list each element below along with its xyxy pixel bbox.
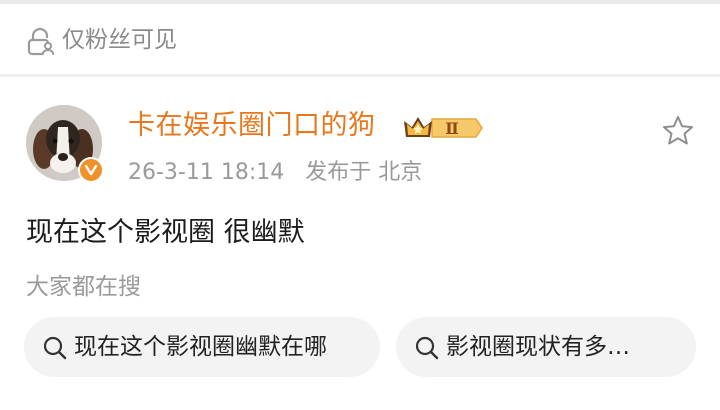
verified-v-icon xyxy=(84,164,98,176)
search-icon xyxy=(415,336,439,360)
search-suggestion-chip[interactable]: 影视圈现状有多… xyxy=(396,317,696,377)
visibility-label: 仅粉丝可见 xyxy=(62,27,177,53)
search-icon xyxy=(43,336,67,360)
post-card[interactable]: 卡在娱乐圈门口的狗 Ⅱ 26-3-11 18:14 发布于 北京 现在这个影视圈… xyxy=(0,77,720,410)
search-suggestion-label: 现在这个影视圈幽默在哪 xyxy=(74,334,327,360)
post-meta: 26-3-11 18:14 发布于 北京 xyxy=(128,157,422,189)
search-suggestion-chip[interactable]: 现在这个影视圈幽默在哪 xyxy=(24,317,380,377)
lock-person-icon xyxy=(27,28,54,56)
star-icon[interactable] xyxy=(660,113,696,149)
post-text: 现在这个影视圈 很幽默 xyxy=(26,217,305,248)
post-location: 发布于 北京 xyxy=(305,160,423,185)
vip-crown-badge-icon[interactable]: Ⅱ xyxy=(402,113,484,143)
visibility-bar: 仅粉丝可见 xyxy=(0,4,720,74)
author-name[interactable]: 卡在娱乐圈门口的狗 xyxy=(128,107,376,145)
search-suggestion-label: 影视圈现状有多… xyxy=(446,334,630,360)
svg-text:Ⅱ: Ⅱ xyxy=(445,119,458,138)
post-date: 26-3-11 18:14 xyxy=(128,160,285,185)
verified-badge xyxy=(78,157,104,183)
related-search-caption: 大家都在搜 xyxy=(26,274,141,300)
